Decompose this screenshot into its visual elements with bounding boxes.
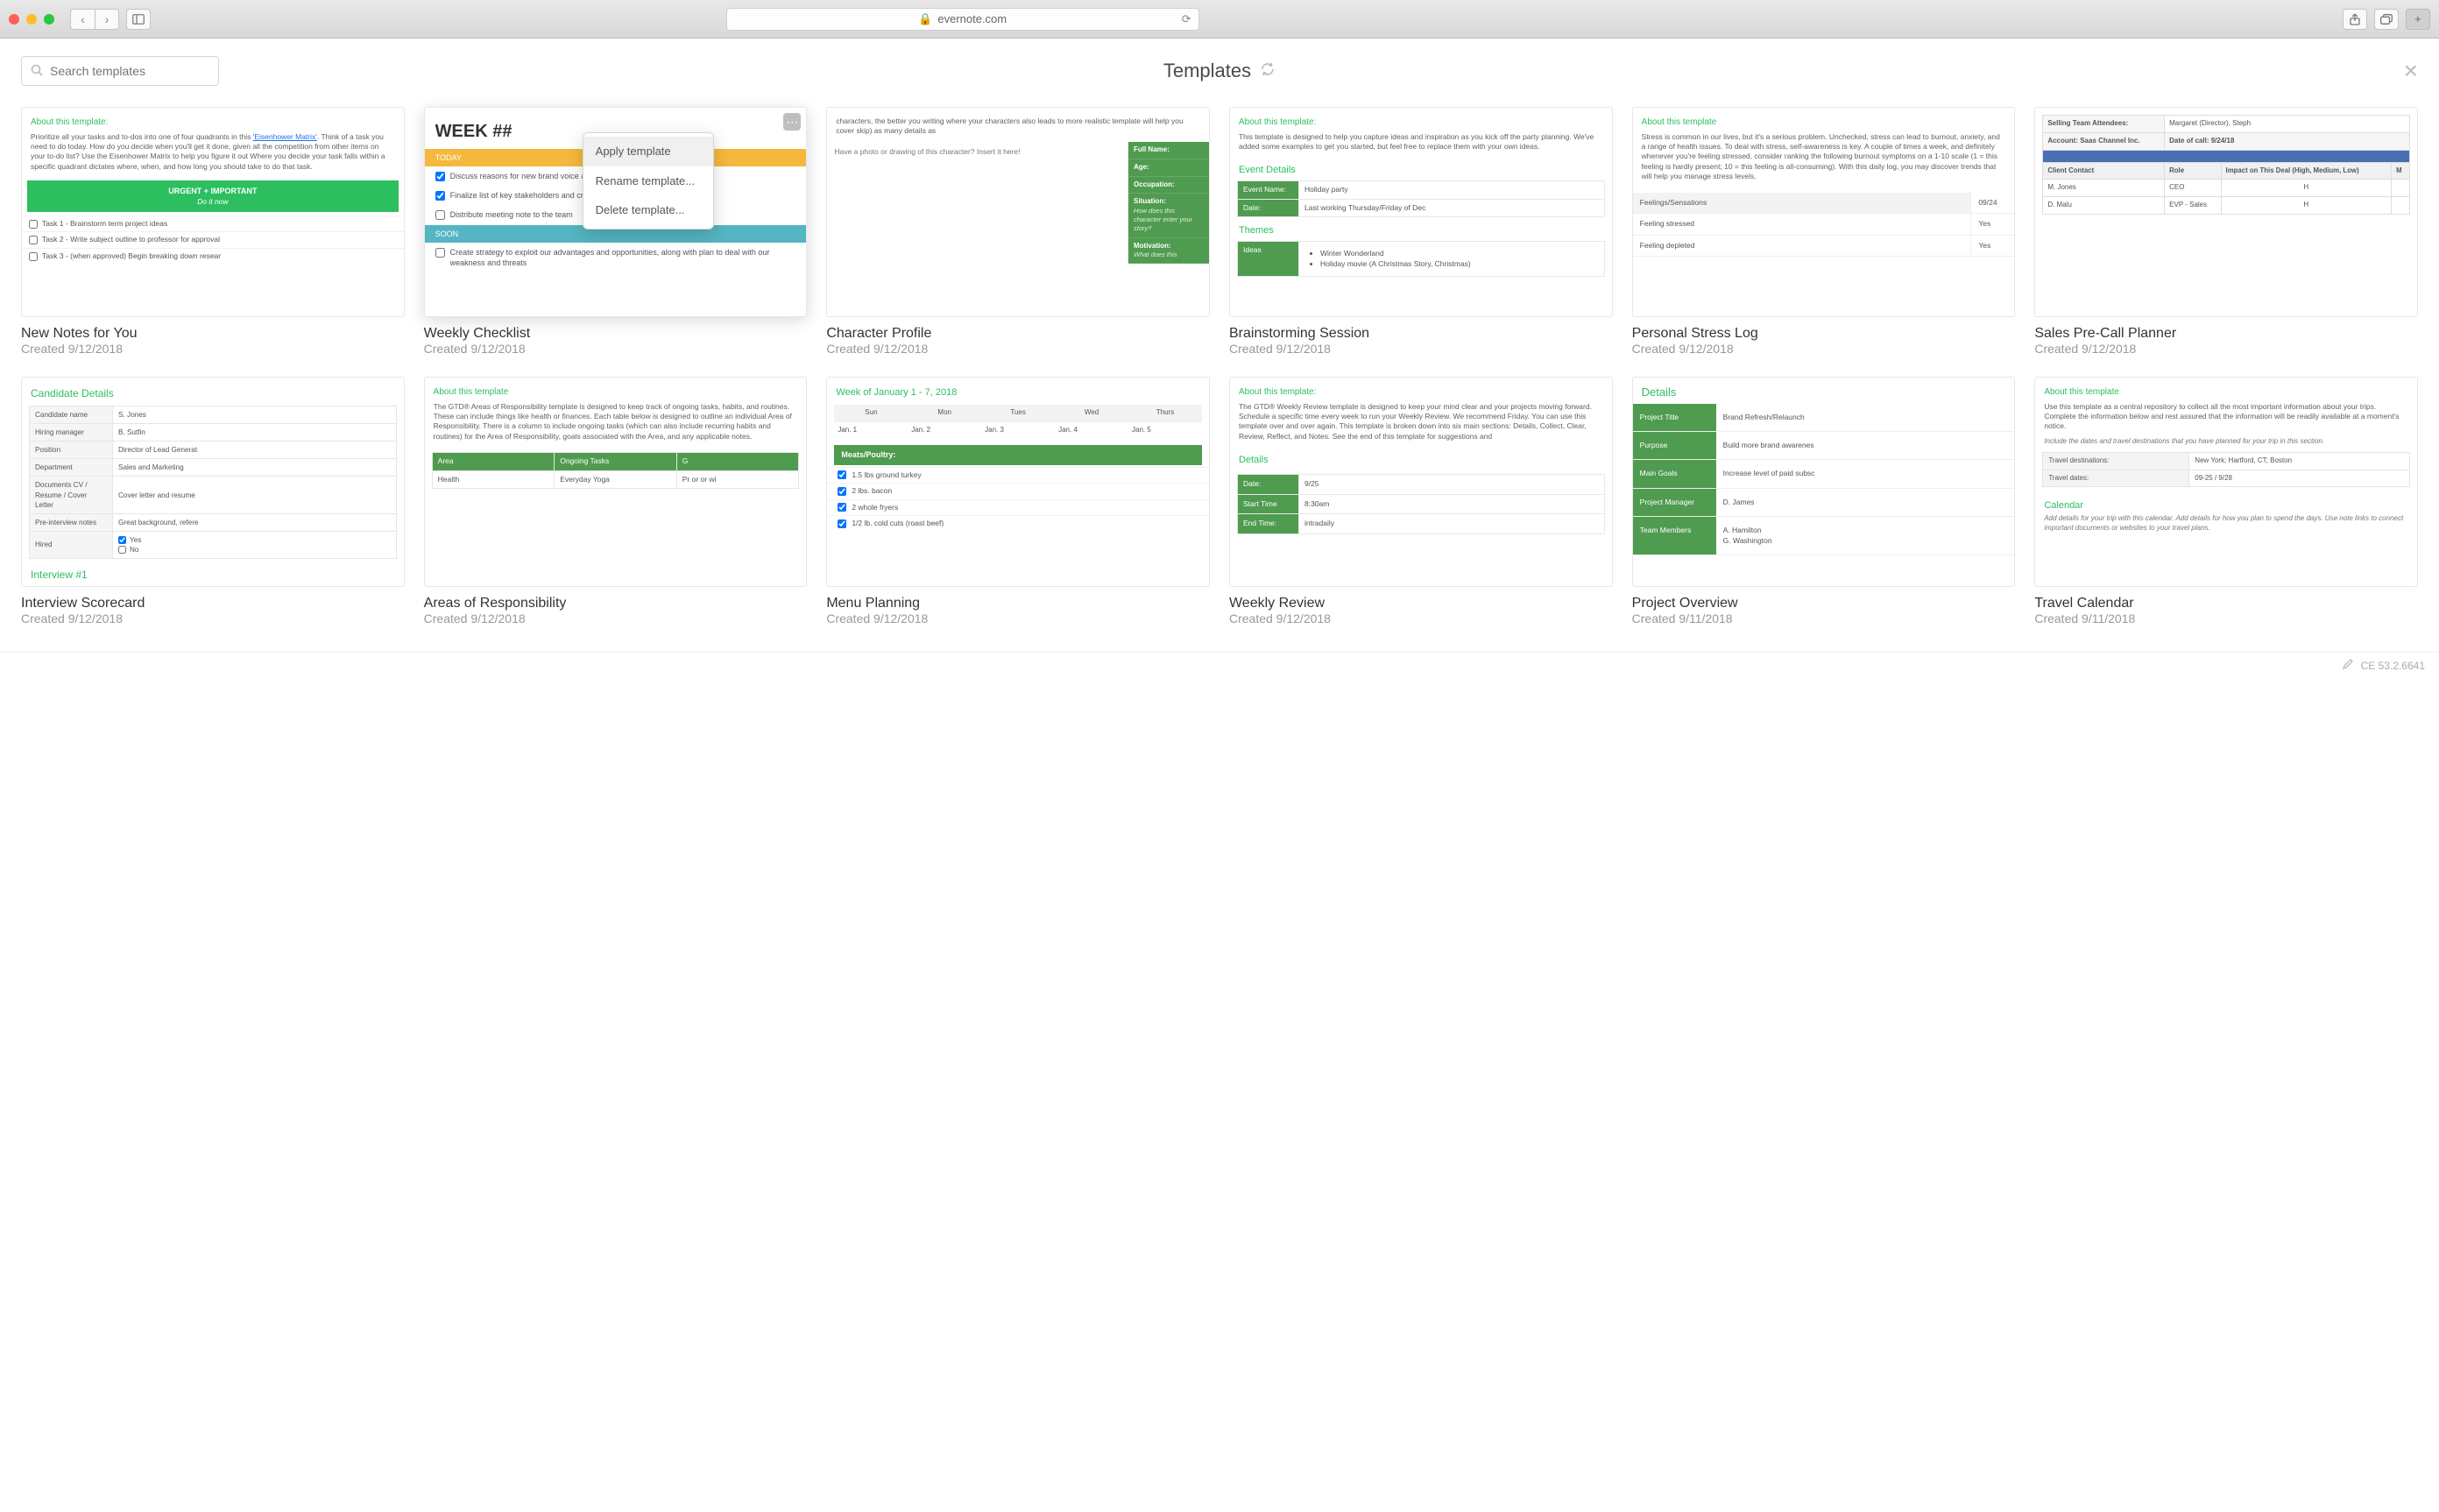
template-preview: About this template: Prioritize all your… (21, 107, 405, 317)
template-preview: Candidate Details Candidate nameS. Jones… (21, 377, 405, 587)
template-created: Created 9/11/2018 (2034, 611, 2418, 625)
template-created: Created 9/12/2018 (1632, 342, 2016, 356)
template-card[interactable]: About this template: Prioritize all your… (21, 107, 405, 356)
lock-icon: 🔒 (918, 12, 932, 26)
template-title: New Notes for You (21, 326, 405, 342)
template-card[interactable]: ⋯ WEEK ## TODAY Discuss reasons for new … (424, 107, 808, 356)
template-created: Created 9/12/2018 (826, 342, 1210, 356)
window-controls (9, 14, 54, 25)
templates-grid: About this template: Prioritize all your… (0, 98, 2439, 652)
template-created: Created 9/12/2018 (424, 611, 808, 625)
nav-buttons: ‹ › (70, 9, 119, 30)
footer: CE 53.2.6641 (0, 652, 2439, 678)
template-created: Created 9/12/2018 (826, 611, 1210, 625)
template-preview: Details Project TitleBrand Refresh/Relau… (1632, 377, 2016, 587)
template-card[interactable]: About this template Stress is common in … (1632, 107, 2016, 356)
template-created: Created 9/12/2018 (21, 611, 405, 625)
template-card[interactable]: characters, the better you writing where… (826, 107, 1210, 356)
menu-delete-template[interactable]: Delete template... (583, 195, 713, 225)
url-text: evernote.com (937, 12, 1007, 25)
template-title: Interview Scorecard (21, 596, 405, 611)
template-card[interactable]: Week of January 1 - 7, 2018 SunMonTuesWe… (826, 377, 1210, 625)
template-preview: About this template: This template is de… (1229, 107, 1613, 317)
close-button[interactable]: × (2404, 57, 2418, 85)
sidebar-toggle-button[interactable] (126, 9, 151, 30)
address-bar[interactable]: 🔒 evernote.com ⟳ (726, 8, 1199, 31)
minimize-window-button[interactable] (26, 14, 37, 25)
template-title: Weekly Checklist (424, 326, 808, 342)
menu-rename-template[interactable]: Rename template... (583, 166, 713, 196)
template-title: Weekly Review (1229, 596, 1613, 611)
template-preview: About this template: The GTD® Weekly Rev… (1229, 377, 1613, 587)
template-card[interactable]: About this template Use this template as… (2034, 377, 2418, 625)
back-button[interactable]: ‹ (70, 9, 95, 30)
template-title: Character Profile (826, 326, 1210, 342)
template-created: Created 9/12/2018 (2034, 342, 2418, 356)
reload-button[interactable]: ⟳ (1182, 12, 1191, 26)
template-created: Created 9/12/2018 (424, 342, 808, 356)
new-tab-button[interactable]: + (2406, 9, 2430, 30)
template-preview: characters, the better you writing where… (826, 107, 1210, 317)
template-created: Created 9/12/2018 (1229, 611, 1613, 625)
menu-apply-template[interactable]: Apply template (583, 137, 713, 166)
context-menu: Apply template Rename template... Delete… (583, 132, 714, 230)
template-preview: Week of January 1 - 7, 2018 SunMonTuesWe… (826, 377, 1210, 587)
template-card[interactable]: Details Project TitleBrand Refresh/Relau… (1632, 377, 2016, 625)
template-preview: About this template Use this template as… (2034, 377, 2418, 587)
maximize-window-button[interactable] (44, 14, 54, 25)
template-created: Created 9/12/2018 (1229, 342, 1613, 356)
template-title: Project Overview (1632, 596, 2016, 611)
version-label: CE 53.2.6641 (2361, 660, 2425, 672)
search-box[interactable] (21, 56, 219, 86)
template-card[interactable]: About this template: This template is de… (1229, 107, 1613, 356)
search-input[interactable] (50, 64, 209, 78)
template-preview: ⋯ WEEK ## TODAY Discuss reasons for new … (424, 107, 808, 317)
template-card[interactable]: Selling Team Attendees:Margaret (Directo… (2034, 107, 2418, 356)
template-preview: Selling Team Attendees:Margaret (Directo… (2034, 107, 2418, 317)
template-preview: About this template The GTD® Areas of Re… (424, 377, 808, 587)
template-card[interactable]: About this template: The GTD® Weekly Rev… (1229, 377, 1613, 625)
page-header: Templates × (0, 39, 2439, 98)
search-icon (31, 64, 43, 79)
template-created: Created 9/11/2018 (1632, 611, 2016, 625)
sync-icon[interactable] (1260, 60, 1276, 82)
template-title: Sales Pre-Call Planner (2034, 326, 2418, 342)
tabs-button[interactable] (2374, 9, 2399, 30)
template-preview: About this template Stress is common in … (1632, 107, 2016, 317)
template-title: Personal Stress Log (1632, 326, 2016, 342)
template-title: Brainstorming Session (1229, 326, 1613, 342)
template-title: Areas of Responsibility (424, 596, 808, 611)
template-card[interactable]: About this template The GTD® Areas of Re… (424, 377, 808, 625)
template-title: Menu Planning (826, 596, 1210, 611)
template-created: Created 9/12/2018 (21, 342, 405, 356)
close-window-button[interactable] (9, 14, 19, 25)
more-options-button[interactable]: ⋯ (783, 113, 801, 131)
page-title: Templates (1163, 60, 1276, 82)
template-card[interactable]: Candidate Details Candidate nameS. Jones… (21, 377, 405, 625)
edit-icon[interactable] (2342, 658, 2354, 673)
browser-toolbar: ‹ › 🔒 evernote.com ⟳ + (0, 0, 2439, 39)
template-title: Travel Calendar (2034, 596, 2418, 611)
share-button[interactable] (2343, 9, 2367, 30)
forward-button[interactable]: › (95, 9, 119, 30)
